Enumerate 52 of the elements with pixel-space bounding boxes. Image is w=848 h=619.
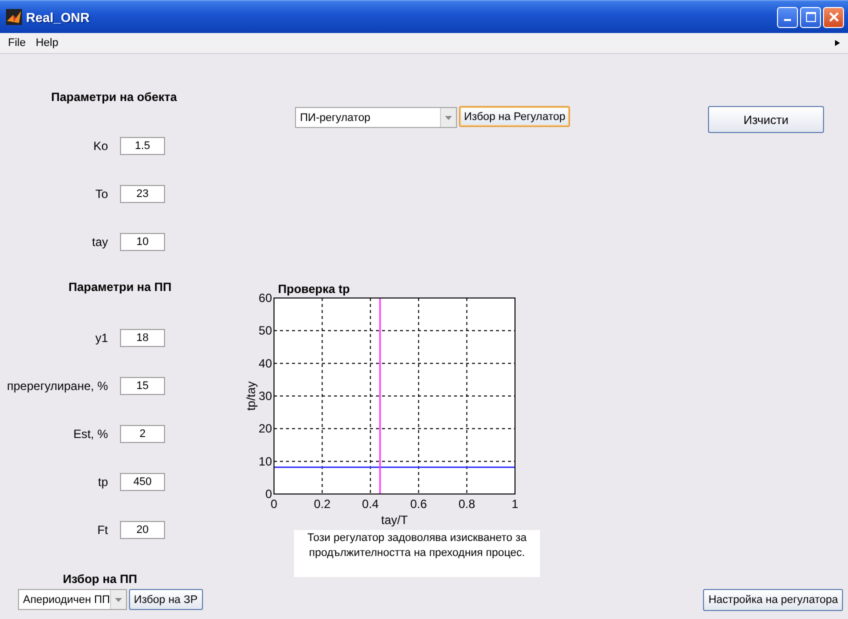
menu-item[interactable]: File [8,37,26,49]
input-field[interactable]: 450 [120,473,165,491]
message-text: Този регулатор задоволява изискването за продължителността на преходния процес. [294,530,540,577]
field-label: tp [96,475,109,489]
tick-label: 10 [258,454,272,468]
app-icon [6,9,22,25]
input-field[interactable]: 15 [120,377,165,395]
input-field[interactable]: 23 [120,185,165,203]
input-field[interactable]: 10 [120,233,165,251]
field-label: Est, % [72,427,109,441]
tick-label: 40 [258,356,272,370]
close-icon [828,12,838,22]
tick-label: 0.8 [458,497,476,511]
tick-label: 50 [258,324,272,338]
section-heading: Избор на ПП [62,571,138,587]
field-label: Ko [92,139,109,153]
input-field[interactable]: 20 [120,521,165,539]
axis-label: tp/tay [244,381,258,411]
field-label: To [94,187,109,201]
tick-label: 0.6 [410,497,427,511]
section-heading: Параметри на обекта [51,89,177,105]
window-title: Real_ONR [26,10,91,24]
chart-title: Проверка tp [278,282,350,296]
section-heading: Параметри на ПП [68,279,172,295]
field-label: y1 [94,331,109,345]
axis-label: tay/T [381,513,408,527]
input-field[interactable]: 1.5 [120,137,165,155]
field-label: Ft [96,523,109,537]
tick-label: 0 [270,497,278,511]
select-button[interactable]: Избор на Регулатор [459,106,570,127]
menu-item[interactable]: Help [36,37,58,49]
tick-label: 0 [265,487,272,501]
close-button[interactable] [823,6,844,28]
arrow-icon[interactable] [835,40,840,46]
field-label: пререгулиране, % [6,379,109,393]
input-field[interactable]: 18 [120,329,165,347]
tune-button[interactable]: Настройка на регулатора [703,589,843,611]
maximize-icon [806,12,816,22]
minimize-button[interactable] [777,6,798,28]
select-button[interactable]: Избор на ЗР [128,589,203,610]
dropdown[interactable]: Апериодичен ПП [18,589,127,610]
dropdown[interactable]: ПИ-регулатор [295,107,457,128]
tick-label: 60 [258,291,272,305]
tick-label: 0.2 [314,497,331,511]
clear-button[interactable]: Изчисти [708,106,824,133]
maximize-button[interactable] [800,6,821,28]
tick-label: 1 [512,497,518,511]
tick-label: 30 [258,389,272,403]
field-label: tay [90,235,109,249]
tick-label: 20 [258,422,272,436]
input-field[interactable]: 2 [120,425,165,443]
tick-label: 0.4 [362,497,379,511]
